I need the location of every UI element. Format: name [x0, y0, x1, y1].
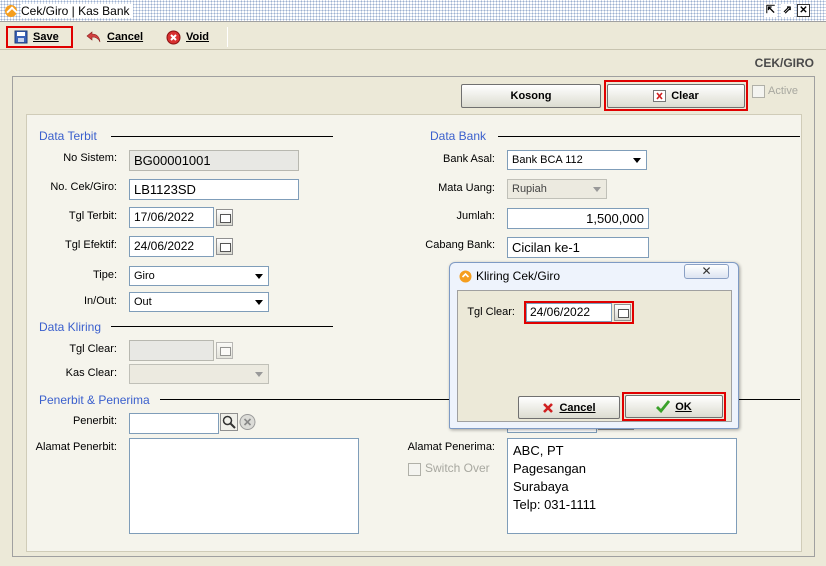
tgl-clear-label: Tgl Clear:	[69, 343, 117, 355]
section-penerbit-penerima: Penerbit & Penerima	[39, 393, 150, 407]
dialog-app-icon	[459, 270, 472, 283]
cabang-bank-label: Cabang Bank:	[425, 239, 495, 251]
search-icon[interactable]	[220, 413, 238, 431]
app-logo-icon	[5, 5, 17, 17]
alamat-penerima-line: Surabaya	[513, 479, 569, 494]
toolbar-separator	[227, 27, 228, 47]
dialog-tgl-clear-label: Tgl Clear:	[467, 306, 515, 318]
void-label: Void	[186, 31, 210, 43]
penerbit-label: Penerbit:	[72, 415, 117, 427]
close-window-icon[interactable]: ✕	[797, 4, 810, 17]
kosong-label: Kosong	[510, 90, 552, 102]
page-heading: CEK/GIRO	[754, 56, 814, 70]
jumlah-field[interactable]: 1,500,000	[507, 208, 649, 229]
no-cek-label: No. Cek/Giro:	[50, 181, 117, 193]
bank-asal-select[interactable]: Bank BCA 112	[507, 150, 647, 170]
check-icon	[656, 400, 671, 413]
divider	[498, 136, 800, 137]
cabang-bank-field[interactable]: Cicilan ke-1	[507, 237, 649, 258]
popout-icon[interactable]: ⇗	[781, 4, 794, 17]
window-title: Cek/Giro | Kas Bank	[21, 4, 133, 18]
penerbit-field[interactable]	[129, 413, 219, 434]
void-icon	[166, 30, 181, 44]
no-sistem-field: BG00001001	[129, 150, 299, 171]
alamat-penerima-label: Alamat Penerima:	[407, 441, 495, 453]
dialog-title: Kliring Cek/Giro	[476, 269, 561, 283]
alamat-penerima-line: Telp: 031-1111	[513, 497, 597, 512]
no-sistem-label: No Sistem:	[63, 152, 117, 164]
toolbar: Save Cancel Void	[0, 23, 826, 50]
switch-over-label: Switch Over	[425, 461, 490, 475]
dialog-ok-button[interactable]: OK	[625, 395, 723, 418]
clear-field-icon[interactable]	[239, 413, 256, 431]
no-cek-field[interactable]: LB1123SD	[129, 179, 299, 200]
clear-label: Clear	[671, 90, 699, 102]
undo-icon	[86, 31, 101, 43]
section-data-bank: Data Bank	[430, 129, 487, 143]
alamat-penerima-field[interactable]: ABC, PT Pagesangan Surabaya Telp: 031-11…	[507, 438, 737, 534]
inout-label: In/Out:	[83, 295, 117, 307]
dialog-cancel-button[interactable]: Cancel	[518, 396, 620, 419]
clear-icon	[653, 90, 667, 102]
tgl-efektif-field[interactable]: 24/06/2022	[129, 236, 214, 257]
tipe-select[interactable]: Giro	[129, 266, 269, 286]
dialog-tgl-clear-field[interactable]: 24/06/2022	[526, 303, 612, 322]
title-bar: Cek/Giro | Kas Bank ⇱ ⇗ ✕	[0, 0, 826, 22]
alamat-penerima-line: Pagesangan	[513, 461, 587, 476]
tgl-terbit-field[interactable]: 17/06/2022	[129, 207, 214, 228]
tgl-terbit-label: Tgl Terbit:	[68, 210, 117, 222]
bank-asal-label: Bank Asal:	[443, 153, 495, 165]
divider	[111, 136, 333, 137]
dialog-ok-label: OK	[675, 400, 692, 413]
cancel-label: Cancel	[107, 31, 144, 43]
cancel-button[interactable]: Cancel	[80, 26, 149, 48]
jumlah-label: Jumlah:	[456, 210, 495, 222]
dialog-cancel-label: Cancel	[559, 401, 596, 414]
restore-icon[interactable]: ⇱	[764, 4, 777, 17]
save-button[interactable]: Save	[6, 26, 73, 48]
dialog-close-icon[interactable]: ✕	[684, 264, 729, 279]
calendar-icon[interactable]	[216, 209, 233, 226]
save-label: Save	[33, 31, 59, 43]
x-icon	[543, 402, 554, 413]
alamat-penerima-line: ABC, PT	[513, 443, 564, 458]
tgl-clear-field	[129, 340, 214, 361]
mata-uang-select: Rupiah	[507, 179, 607, 199]
calendar-icon	[216, 342, 233, 359]
calendar-icon[interactable]	[614, 304, 631, 321]
mata-uang-label: Mata Uang:	[438, 182, 495, 194]
active-checkbox[interactable]	[752, 85, 765, 98]
floppy-icon	[14, 30, 28, 44]
kas-clear-select	[129, 364, 269, 384]
tgl-efektif-label: Tgl Efektif:	[65, 239, 117, 251]
section-data-terbit: Data Terbit	[39, 129, 97, 143]
tipe-label: Tipe:	[92, 269, 117, 281]
alamat-penerbit-field[interactable]	[129, 438, 359, 534]
kosong-button[interactable]: Kosong	[461, 84, 601, 108]
void-button[interactable]: Void	[160, 26, 215, 48]
clear-button[interactable]: Clear	[607, 84, 745, 108]
alamat-penerbit-label: Alamat Penerbit:	[35, 441, 117, 453]
kas-clear-label: Kas Clear:	[65, 367, 117, 379]
inout-select[interactable]: Out	[129, 292, 269, 312]
section-data-kliring: Data Kliring	[39, 320, 102, 334]
active-label: Active	[768, 85, 798, 97]
switch-over-checkbox[interactable]	[408, 463, 421, 476]
calendar-icon[interactable]	[216, 238, 233, 255]
divider	[111, 326, 333, 327]
